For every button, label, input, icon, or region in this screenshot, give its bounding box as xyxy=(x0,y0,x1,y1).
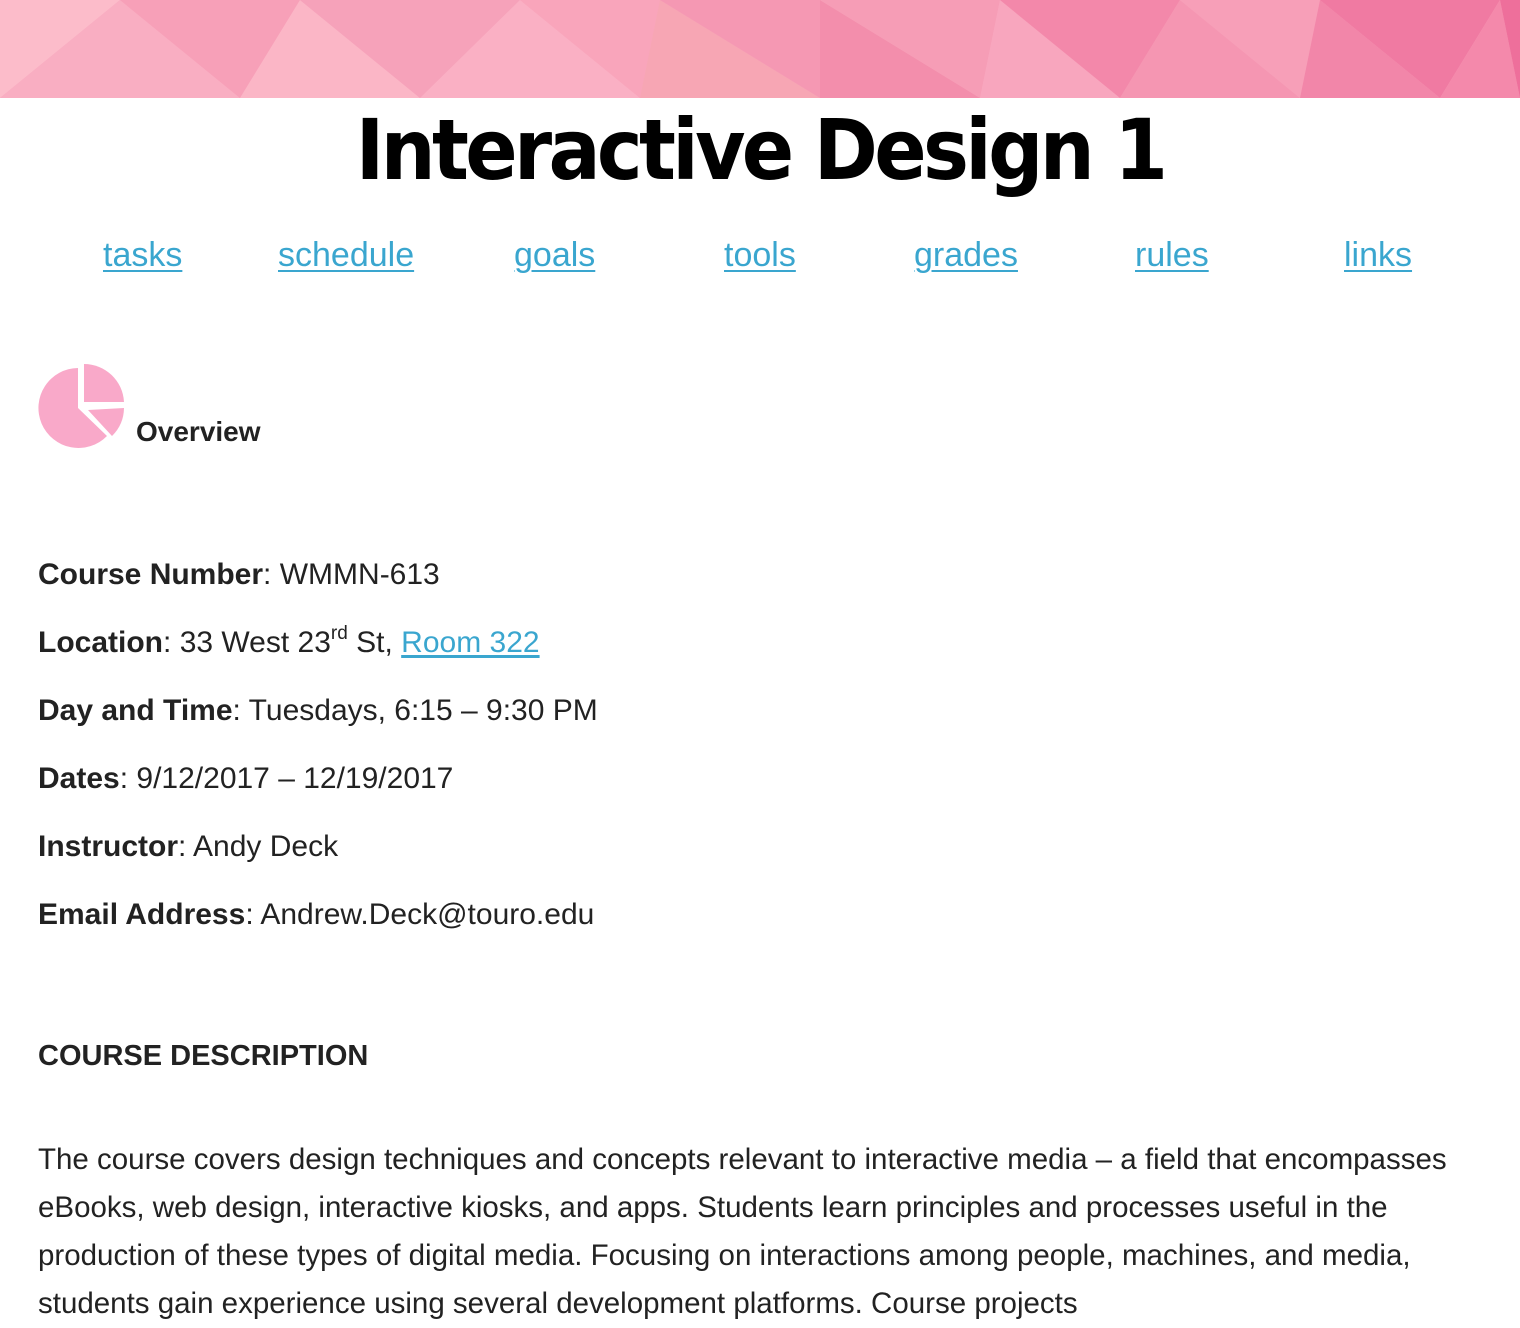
nav-item-rules: rules xyxy=(1135,236,1209,275)
nav-item-tools: tools xyxy=(724,236,796,275)
day-time-value: Tuesdays, 6:15 – 9:30 PM xyxy=(248,694,598,727)
separator: : xyxy=(232,694,241,727)
course-number-row: Course Number: WMMN-613 xyxy=(38,552,1478,620)
nav-link-goals[interactable]: goals xyxy=(514,236,595,274)
nav-link-schedule[interactable]: schedule xyxy=(278,236,414,274)
page-title: Interactive Design 1 xyxy=(355,101,1168,199)
separator: : xyxy=(163,626,172,659)
email-value: Andrew.Deck@touro.edu xyxy=(260,898,595,931)
course-description-text: The course covers design techniques and … xyxy=(38,1143,1447,1320)
overview-section-heading: Overview xyxy=(38,360,261,450)
course-number-value: WMMN-613 xyxy=(279,558,440,591)
instructor-value: Andy Deck xyxy=(193,830,339,863)
email-row: Email Address: Andrew.Deck@touro.edu xyxy=(38,892,1478,960)
nav-item-tasks: tasks xyxy=(103,236,182,275)
nav-item-goals: goals xyxy=(514,236,595,275)
nav-item-grades: grades xyxy=(914,236,1018,275)
overview-label: Overview xyxy=(136,416,261,447)
instructor-row: Instructor: Andy Deck xyxy=(38,824,1478,892)
banner-pattern xyxy=(0,0,1520,98)
location-label: Location xyxy=(38,626,163,659)
nav-link-grades[interactable]: grades xyxy=(914,236,1018,274)
course-description-heading: COURSE DESCRIPTION xyxy=(38,1040,369,1072)
location-row: Location: 33 West 23rd St, Room 322 xyxy=(38,620,1478,688)
pie-chart-icon xyxy=(38,363,124,448)
room-link[interactable]: Room 322 xyxy=(401,626,539,659)
course-number-label: Course Number xyxy=(38,558,264,591)
location-suffix: St, xyxy=(356,626,393,659)
dates-value: 9/12/2017 – 12/19/2017 xyxy=(136,762,454,795)
day-time-label: Day and Time xyxy=(38,694,233,727)
nav-link-links[interactable]: links xyxy=(1344,236,1412,274)
location-ordinal: rd xyxy=(330,623,348,644)
nav-item-schedule: schedule xyxy=(278,236,414,275)
dates-row: Dates: 9/12/2017 – 12/19/2017 xyxy=(38,756,1478,824)
header-banner xyxy=(0,0,1520,98)
dates-label: Dates xyxy=(38,762,120,795)
nav-link-tasks[interactable]: tasks xyxy=(103,236,182,274)
course-info: Course Number: WMMN-613 Location: 33 Wes… xyxy=(38,552,1478,960)
instructor-label: Instructor xyxy=(38,830,179,863)
location-street: 33 West 23 xyxy=(179,626,331,659)
separator: : xyxy=(178,830,187,863)
nav-link-rules[interactable]: rules xyxy=(1135,236,1209,274)
separator: : xyxy=(245,898,254,931)
nav-item-links: links xyxy=(1344,236,1412,275)
separator: : xyxy=(119,762,129,795)
day-time-row: Day and Time: Tuesdays, 6:15 – 9:30 PM xyxy=(38,688,1478,756)
nav-link-tools[interactable]: tools xyxy=(724,236,796,274)
main-nav: tasks schedule goals tools grades rules … xyxy=(40,236,1480,286)
email-label: Email Address xyxy=(38,898,246,931)
separator: : xyxy=(263,558,272,591)
